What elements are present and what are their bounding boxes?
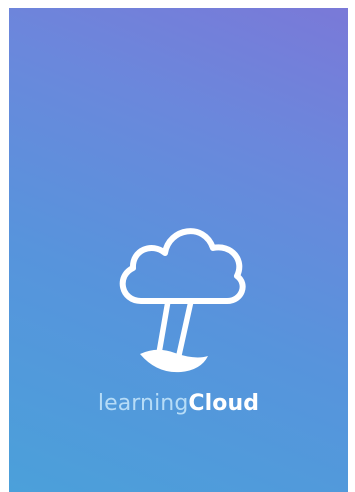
- brand-suffix: Cloud: [188, 391, 260, 416]
- cloud-balloon-icon: [119, 228, 246, 373]
- screen: learningCloud: [0, 0, 355, 492]
- brand-prefix: learning: [97, 391, 189, 416]
- splash-screen: learningCloud: [9, 8, 348, 492]
- brand-wordmark: learningCloud: [9, 389, 348, 419]
